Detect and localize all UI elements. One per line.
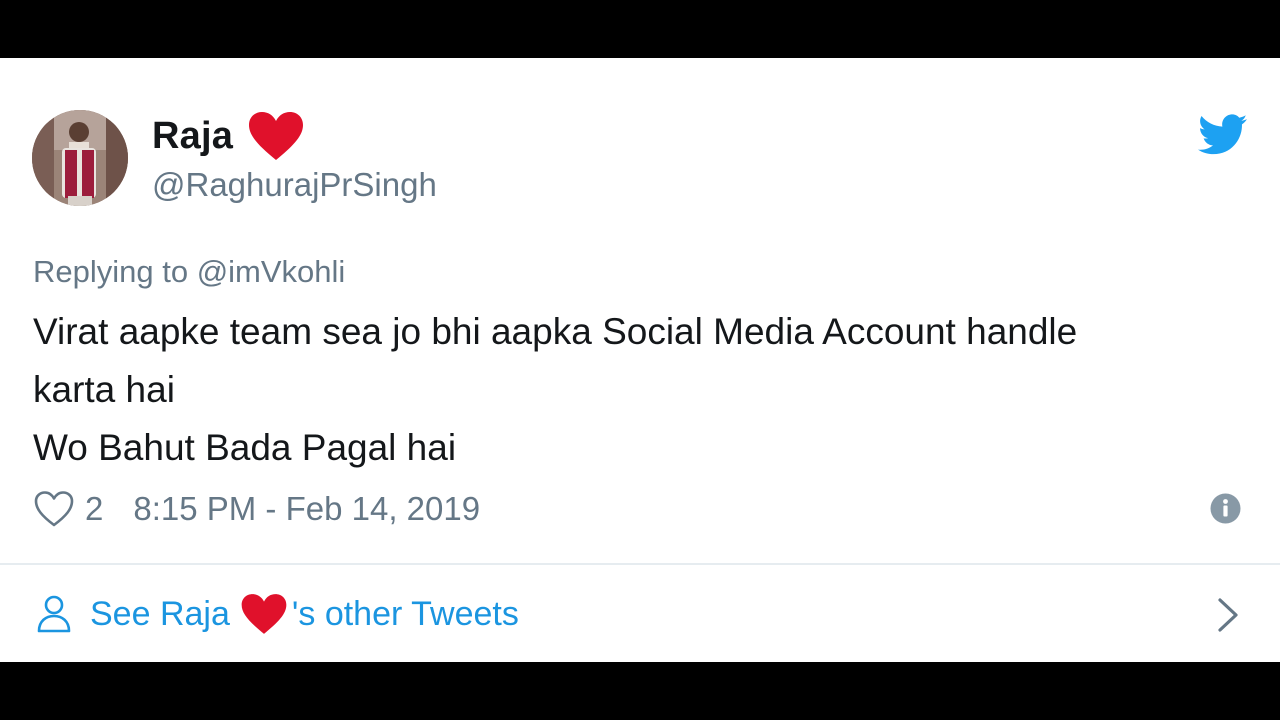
see-other-tweets-prefix[interactable]: See Raja [90, 595, 230, 634]
tweet-meta: 2 8:15 PM - Feb 14, 2019 [33, 486, 480, 532]
see-other-tweets-link[interactable]: See Raja 's other Tweets [36, 588, 519, 640]
embedded-tweet-card: Raja @RaghurajPrSingh Replying to @imVko… [0, 58, 1280, 662]
see-other-tweets-suffix[interactable]: 's other Tweets [292, 595, 519, 634]
twitter-bird-icon[interactable] [1198, 114, 1248, 156]
tweet-text: Virat aapke team sea jo bhi aapka Social… [33, 303, 1253, 477]
like-count: 2 [85, 490, 104, 527]
chevron-right-icon[interactable] [1214, 596, 1242, 634]
replying-to[interactable]: Replying to @imVkohli [33, 254, 345, 290]
info-icon[interactable] [1210, 493, 1241, 524]
person-icon [37, 595, 71, 633]
display-name-row[interactable]: Raja [152, 110, 305, 162]
heart-icon [249, 112, 304, 160]
divider [0, 563, 1280, 565]
tweet-text-line: Wo Bahut Bada Pagal hai [33, 427, 457, 468]
timestamp[interactable]: 8:15 PM - Feb 14, 2019 [133, 490, 480, 528]
display-name[interactable]: Raja [152, 115, 233, 158]
letterbox-bottom [0, 662, 1280, 720]
letterbox-top [0, 0, 1280, 58]
see-other-tweets-label[interactable]: See Raja 's other Tweets [90, 592, 519, 636]
heart-outline-icon[interactable] [33, 490, 75, 528]
user-handle[interactable]: @RaghurajPrSingh [152, 166, 437, 204]
tweet-text-line: karta hai [33, 369, 175, 410]
tweet-text-line: Virat aapke team sea jo bhi aapka Social… [33, 311, 1078, 352]
heart-icon [241, 594, 287, 634]
avatar[interactable] [32, 110, 128, 206]
